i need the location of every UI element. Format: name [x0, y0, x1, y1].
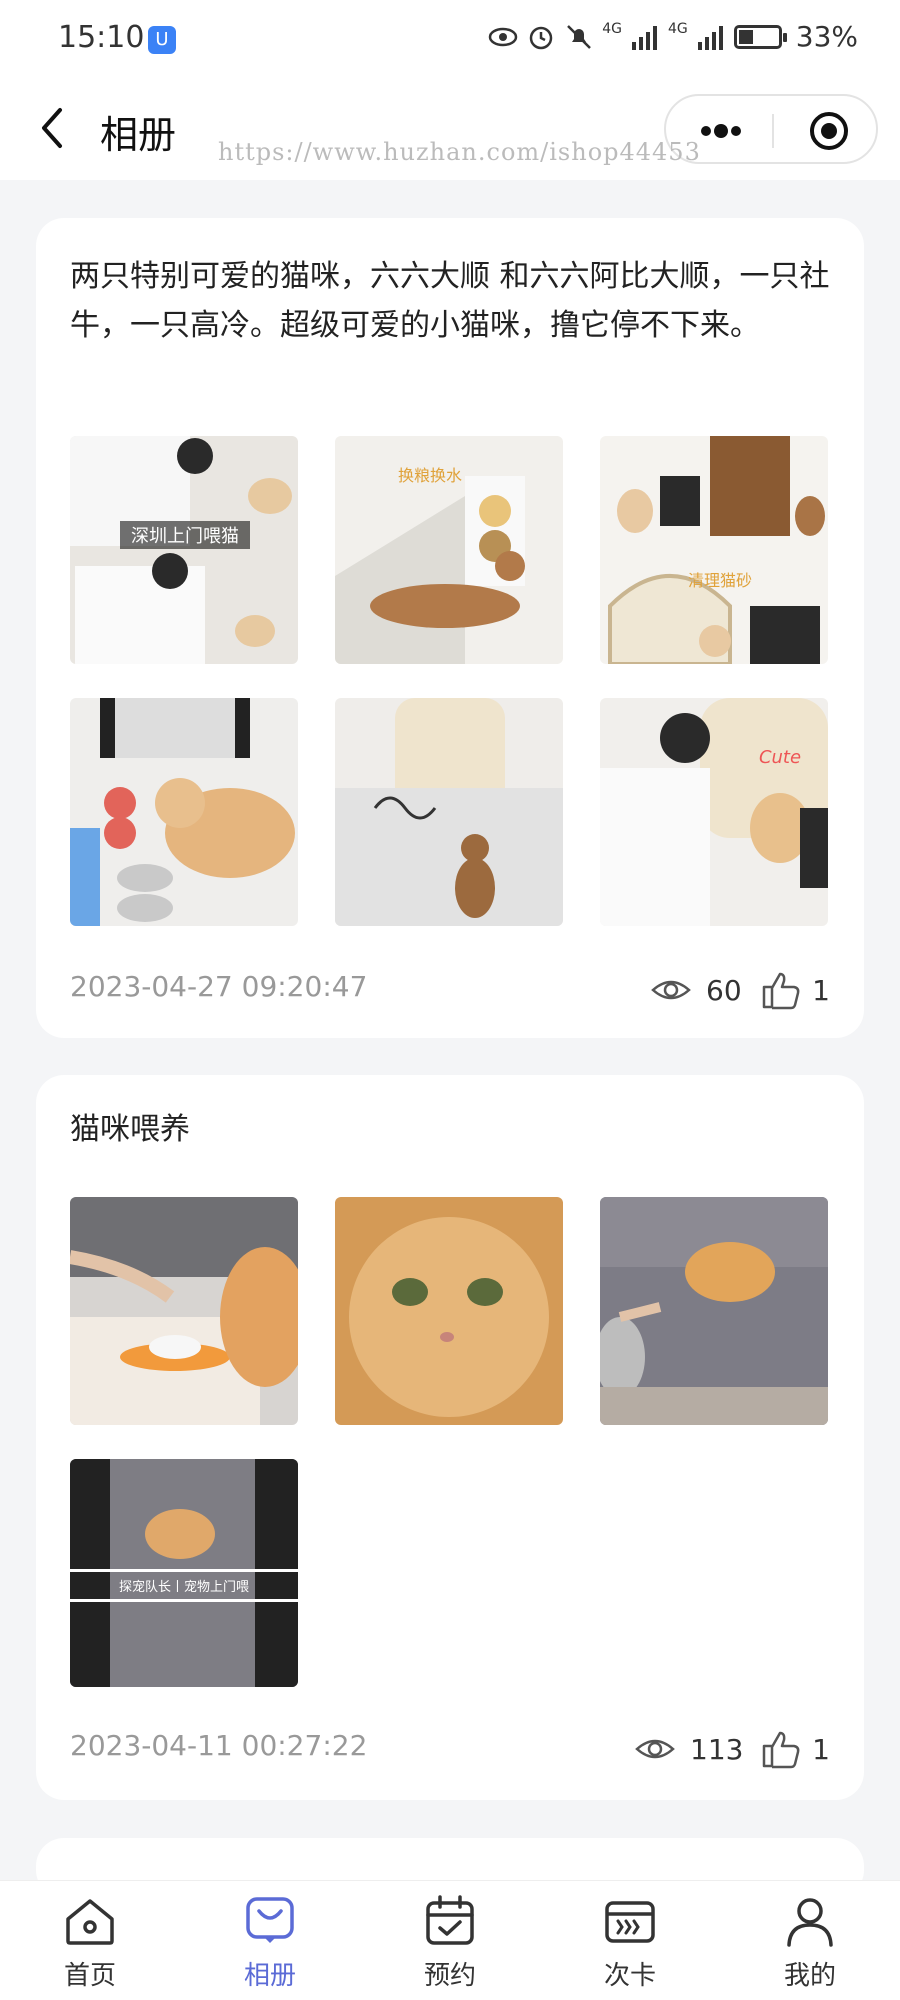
post-date: 2023-04-27 09:20:47 — [70, 970, 368, 1003]
eye-icon — [635, 1739, 675, 1759]
photo-thumbnail[interactable]: 换粮换水 — [335, 436, 563, 664]
post-card[interactable]: 猫咪喂养 探宠队长丨宠物上门喂 2023-04-11 00:27:22 113 … — [36, 1075, 864, 1800]
mute-icon — [567, 24, 592, 49]
photo-thumbnail[interactable] — [70, 698, 298, 926]
home-icon — [66, 1899, 114, 1945]
status-time: 15:10 — [58, 20, 145, 55]
watermark: https://www.huzhan.com/ishop44453 — [218, 138, 701, 166]
photo-thumbnail[interactable]: 深圳上门喂猫 — [70, 436, 298, 664]
like-count-value: 1 — [812, 1732, 830, 1766]
photo-thumbnail[interactable]: 清理猫砂 — [600, 436, 828, 664]
view-count: 113 — [634, 1729, 743, 1769]
signal-1-icon — [632, 25, 657, 50]
eye-comfort-icon — [488, 27, 518, 46]
photo-caption: 清理猫砂 — [688, 571, 752, 590]
photo-grid: 探宠队长丨宠物上门喂 — [70, 1197, 828, 1687]
back-icon[interactable] — [32, 100, 76, 156]
photo-caption: Cute — [759, 747, 801, 768]
tab-label: 首页 — [63, 1961, 116, 1991]
tab-bar: 首页 相册 预约 次卡 我的 — [0, 1880, 900, 2000]
view-count-value: 60 — [706, 973, 742, 1007]
post-meta: 2023-04-11 00:27:22 113 1 — [70, 1729, 830, 1769]
photo-thumbnail[interactable] — [335, 1197, 563, 1425]
like-count-value: 1 — [812, 973, 830, 1007]
post-text: 两只特别可爱的猫咪，六六大顺 和六六阿比大顺，一只社牛，一只高冷。超级可爱的小猫… — [70, 259, 830, 343]
tab-label: 相册 — [243, 1961, 296, 1991]
photo-thumbnail[interactable]: 探宠队长丨宠物上门喂 — [70, 1459, 298, 1687]
photo-grid: 深圳上门喂猫 换粮换水 清理猫砂 Cute — [70, 436, 828, 926]
network-2-label: 4G — [668, 20, 688, 37]
post-date: 2023-04-11 00:27:22 — [70, 1729, 368, 1762]
photo-thumbnail[interactable] — [70, 1197, 298, 1425]
thumbs-up-icon — [762, 1731, 800, 1769]
photo-thumbnail[interactable] — [335, 698, 563, 926]
post-meta: 2023-04-27 09:20:47 60 1 — [70, 970, 830, 1010]
like-button[interactable]: 1 — [760, 970, 830, 1010]
card-icon — [605, 1901, 655, 1943]
thumbs-up-icon — [762, 972, 800, 1010]
like-button[interactable]: 1 — [760, 1729, 830, 1769]
user-icon — [787, 1898, 833, 1947]
tab-appointment[interactable]: 预约 — [390, 1893, 510, 1997]
tab-label: 预约 — [423, 1961, 476, 1991]
tab-label: 次卡 — [603, 1961, 656, 1991]
status-bar: 15:10 U 4G 4G 33% — [0, 0, 900, 78]
battery-percent: 33% — [795, 20, 858, 53]
tab-mine[interactable]: 我的 — [750, 1893, 870, 1997]
tab-album[interactable]: 相册 — [210, 1893, 330, 1997]
tab-pass-card[interactable]: 次卡 — [570, 1893, 690, 1997]
photo-caption: 探宠队长丨宠物上门喂 — [119, 1579, 249, 1595]
page-title: 相册 — [100, 113, 177, 157]
signal-2-icon — [697, 25, 723, 50]
photo-thumbnail[interactable] — [600, 1197, 828, 1425]
eye-icon — [651, 980, 691, 1000]
photo-caption: 深圳上门喂猫 — [131, 526, 239, 547]
view-count-value: 113 — [690, 1732, 744, 1766]
close-miniprogram-icon[interactable] — [794, 106, 864, 156]
post-card[interactable]: 两只特别可爱的猫咪，六六大顺 和六六阿比大顺，一只社牛，一只高冷。超级可爱的小猫… — [36, 218, 864, 1038]
view-count: 60 — [650, 970, 742, 1010]
tab-home[interactable]: 首页 — [30, 1893, 150, 1997]
network-1-label: 4G — [602, 20, 622, 37]
post-text: 猫咪喂养 — [70, 1112, 190, 1147]
status-icons: 4G 4G 33% — [488, 20, 858, 53]
notification-app-icon: U — [148, 26, 176, 54]
photo-caption: 换粮换水 — [398, 466, 462, 485]
tab-label: 我的 — [783, 1961, 836, 1991]
alarm-icon — [529, 26, 553, 49]
photo-thumbnail[interactable]: Cute — [600, 698, 828, 926]
battery-icon — [733, 24, 787, 49]
calendar-icon — [426, 1895, 474, 1945]
capsule-divider — [772, 114, 774, 148]
album-icon — [246, 1897, 294, 1943]
